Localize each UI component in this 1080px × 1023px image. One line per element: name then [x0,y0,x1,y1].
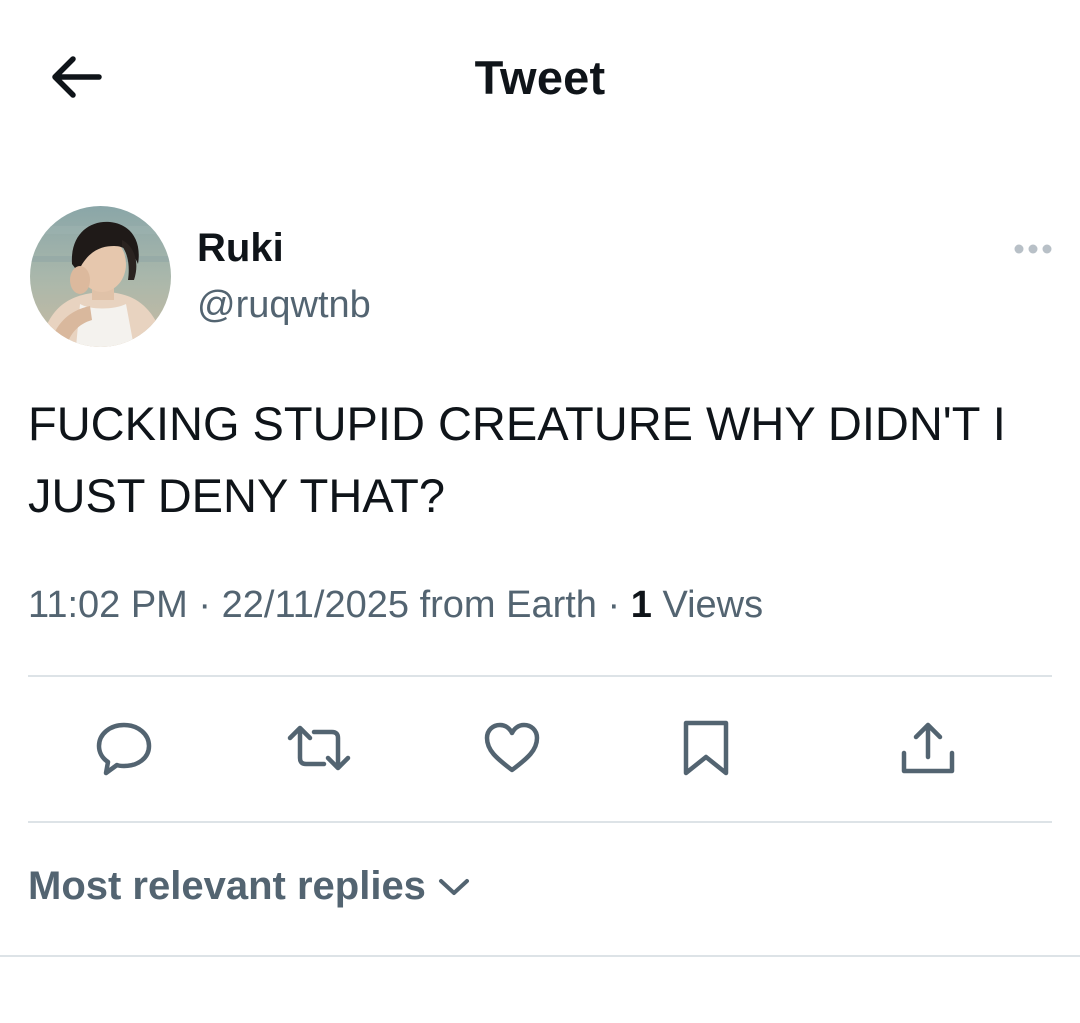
more-options-button[interactable] [1010,236,1056,266]
share-button[interactable] [892,718,964,782]
meta-separator: · [607,584,621,626]
reply-button[interactable] [88,718,160,782]
replies-sort-label: Most relevant replies [28,864,426,908]
bookmark-button[interactable] [670,718,742,782]
views-count[interactable]: 1 [631,584,652,626]
heart-icon [482,720,542,781]
author-display-name[interactable]: Ruki [197,226,284,271]
avatar[interactable] [30,206,171,347]
tweet-author: Ruki @ruqwtnb [0,200,1080,350]
tweet-source: from Earth [419,584,597,626]
top-bar: Tweet [0,0,1080,160]
views-label[interactable]: Views [662,584,763,626]
divider [28,675,1052,677]
divider [0,955,1080,957]
tweet-time[interactable]: 11:02 PM [28,584,188,626]
bookmark-icon [680,719,732,782]
meta-separator: · [198,584,212,626]
tweet-meta: 11:02 PM · 22/11/2025 from Earth · 1 Vie… [28,584,1058,627]
divider [28,821,1052,823]
replies-sort-dropdown[interactable]: Most relevant replies [28,864,470,909]
author-handle[interactable]: @ruqwtnb [197,284,371,327]
tweet-text: FUCKING STUPID CREATURE WHY DIDN'T I JUS… [28,397,1006,522]
page-title: Tweet [474,51,606,104]
chevron-down-icon [438,877,470,897]
tweet-actions [28,700,1052,800]
share-icon [898,719,958,782]
reply-icon [94,720,154,781]
like-button[interactable] [476,718,548,782]
tweet-date[interactable]: 22/11/2025 [222,584,409,626]
retweet-icon [286,722,352,779]
more-horizontal-icon [1013,242,1053,260]
retweet-button[interactable] [283,718,355,782]
